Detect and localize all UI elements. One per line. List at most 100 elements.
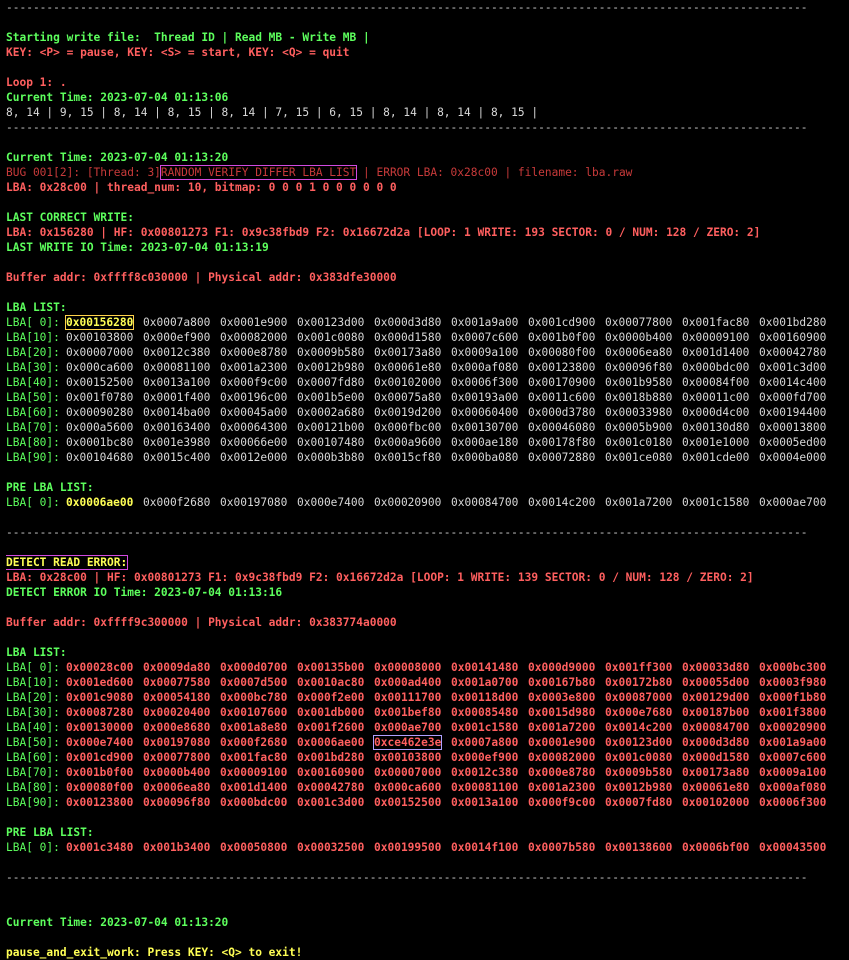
lba-cell: 0x00172b80 — [605, 675, 682, 690]
lba-value: 0x00178f80 — [528, 436, 596, 449]
lba-cell: 0x000f2680 — [220, 735, 297, 750]
lba-cell: 0x001f0780 — [66, 390, 143, 405]
lba-cell: 0x0014ba00 — [143, 405, 220, 420]
lba-cell: 0x001f2600 — [297, 720, 374, 735]
lba-value: 0x000bc780 — [220, 691, 288, 704]
lba-row-label: LBA[70]: — [6, 421, 60, 434]
lba-cell: 0x001b5e00 — [297, 390, 374, 405]
lba-value: 0x0001e900 — [528, 736, 596, 749]
lba-cell: 0x001bef80 — [374, 705, 451, 720]
lba-value: 0x0002a680 — [297, 406, 365, 419]
lba-cell: 0x000d1580 — [682, 750, 759, 765]
lba-cell: 0x000e7400 — [66, 735, 143, 750]
lba-cell: 0x00084f00 — [682, 375, 759, 390]
lba-value: 0x000a9600 — [374, 436, 442, 449]
lba-row-label: LBA[80]: — [6, 781, 60, 794]
lba-row: LBA[30]: 0x000ca600 0x00081100 0x001a2300 0x… — [6, 360, 843, 375]
lba-value: 0x001e1000 — [682, 436, 750, 449]
lba-cell: 0x001a2300 — [528, 780, 605, 795]
lba-cell: 0x00160900 — [759, 330, 836, 345]
lba-value: 0x00123800 — [528, 361, 596, 374]
lba-cell: 0x000d0700 — [220, 660, 297, 675]
lba-value: 0x00130700 — [451, 421, 519, 434]
lba-cell: 0x00042780 — [759, 345, 836, 360]
lba-row: LBA[ 0]: 0x00028c00 0x0009da80 0x000d0700 0x… — [6, 660, 843, 675]
lba-cell: 0x0007c600 — [759, 750, 836, 765]
lba-cell: 0x001ff300 — [605, 660, 682, 675]
lba-value: 0x0000b400 — [605, 331, 673, 344]
lba-cell: 0x00156280 — [64, 315, 143, 330]
lba-cell: 0x0013a100 — [143, 375, 220, 390]
lba-row-label: LBA[10]: — [6, 331, 60, 344]
lba-cell: 0x00096f80 — [143, 795, 220, 810]
lba-value: 0x000bdc00 — [220, 796, 288, 809]
lba-value: 0x00199500 — [374, 841, 442, 854]
lba-value: 0x00042780 — [297, 781, 365, 794]
lba-value: 0x00066e00 — [220, 436, 288, 449]
lba-value: 0x000f2e00 — [297, 691, 365, 704]
lba-value: 0x00020400 — [143, 706, 211, 719]
lba-value: 0x00007000 — [374, 766, 442, 779]
lba-cell: 0x00103800 — [66, 330, 143, 345]
lba-value: 0x0001bc80 — [66, 436, 134, 449]
lba-cell: 0x000ca600 — [66, 360, 143, 375]
lba-value: 0x0007d500 — [220, 676, 288, 689]
lba-value: 0x00008000 — [374, 661, 442, 674]
lba-cell: 0x000f9c00 — [220, 375, 297, 390]
lba-cell: 0x00007000 — [66, 345, 143, 360]
lba-value: 0x0012b980 — [297, 361, 365, 374]
lba-value: 0x0012b980 — [605, 781, 673, 794]
lba-value: 0x0007b580 — [528, 841, 596, 854]
lba-cell: 0x00193a00 — [451, 390, 528, 405]
lba-value: 0x00193a00 — [451, 391, 519, 404]
lba-value: 0x0012c380 — [451, 766, 519, 779]
lba-cell: 0x000a9600 — [374, 435, 451, 450]
lba-cell: 0x000e8780 — [528, 765, 605, 780]
lba-value: 0x000ca600 — [374, 781, 442, 794]
lba-cell: 0x00130d80 — [682, 420, 759, 435]
lba-value: 0x00084700 — [451, 496, 519, 509]
lba-value: 0x00135b00 — [297, 661, 365, 674]
separator-rule: ----------------------------------------… — [6, 121, 808, 134]
lba-row-label: LBA[40]: — [6, 376, 60, 389]
detect-info: LBA: 0x28c00 | HF: 0x00801273 F1: 0x9c38… — [6, 571, 754, 584]
lba-row: LBA[80]: 0x00080f00 0x0006ea80 0x001d1400 0x… — [6, 780, 843, 795]
lba-value: 0x00011c00 — [682, 391, 750, 404]
lba-value: 0x00197080 — [143, 736, 211, 749]
lba-value: 0x0013a100 — [451, 796, 519, 809]
lba-value: 0x001c0080 — [605, 751, 673, 764]
lba-cell: 0x0006f300 — [759, 795, 836, 810]
lba-value: 0x000d0700 — [220, 661, 288, 674]
lba-row-label: LBA[50]: — [6, 736, 60, 749]
lba-value: 0x000ca600 — [66, 361, 134, 374]
lba-cell: 0x0001bc80 — [66, 435, 143, 450]
lba-row-label: LBA[20]: — [6, 691, 60, 704]
lba-cell: 0x0015cf80 — [374, 450, 451, 465]
lba-cell: 0x00138600 — [605, 840, 682, 855]
lba-value: 0x001a9a00 — [451, 316, 519, 329]
lba-value: 0x0007fd80 — [297, 376, 365, 389]
lba-cell: 0x0015c400 — [143, 450, 220, 465]
lba-value: 0x00121b00 — [297, 421, 365, 434]
lba-cell: 0x001c3480 — [66, 840, 143, 855]
lba-row: LBA[30]: 0x00087280 0x00020400 0x00107600 0x… — [6, 705, 843, 720]
lba-cell: 0x00013800 — [759, 420, 836, 435]
lba-value: 0x001d1400 — [682, 346, 750, 359]
last-write-lba-title: LBA LIST: — [6, 301, 67, 314]
lba-cell: 0x000d3d80 — [374, 315, 451, 330]
lba-value: 0x00167b80 — [528, 676, 596, 689]
lba-row-label: LBA[60]: — [6, 751, 60, 764]
lba-cell: 0x00061e80 — [374, 360, 451, 375]
lba-value: 0x00197080 — [220, 496, 288, 509]
lba-cell: 0x0001e900 — [220, 315, 297, 330]
lba-value: 0x000ae700 — [374, 721, 442, 734]
lba-value: 0x0006bf00 — [682, 841, 750, 854]
lba-cell: 0x00028c00 — [66, 660, 143, 675]
lba-cell: 0x00020900 — [374, 495, 451, 510]
lba-cell: 0x0007b580 — [528, 840, 605, 855]
lba-value: 0x0015cf80 — [374, 451, 442, 464]
lba-cell: 0x0014c200 — [528, 495, 605, 510]
lba-cell: 0x00042780 — [297, 780, 374, 795]
lba-cell: 0x001a2300 — [220, 360, 297, 375]
lba-cell: 0x000ba080 — [451, 450, 528, 465]
